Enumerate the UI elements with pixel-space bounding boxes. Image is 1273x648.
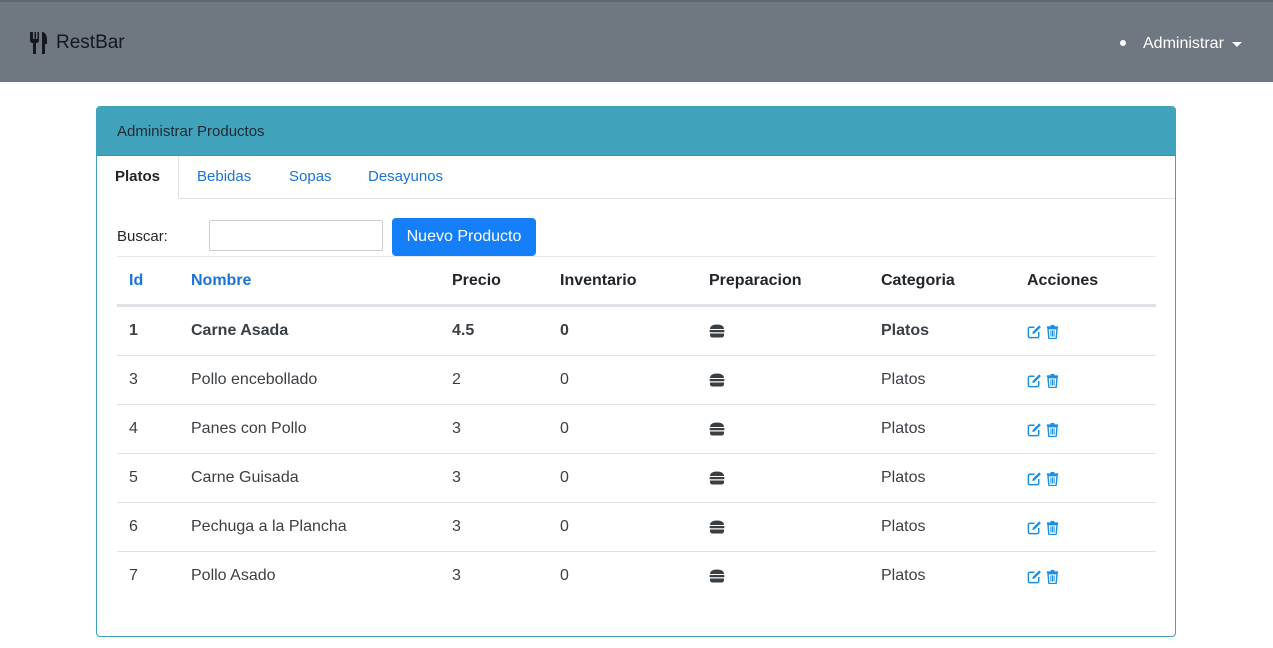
cell-categoria: Platos — [881, 322, 930, 339]
cell-id: 4 — [129, 420, 138, 437]
table-row: 1 Carne Asada 4.5 0 Platos — [117, 306, 1156, 355]
burger-icon — [709, 422, 725, 436]
nav-bullet — [1120, 40, 1126, 46]
burger-icon — [709, 324, 725, 338]
cell-nombre: Panes con Pollo — [191, 420, 307, 437]
cell-precio: 3 — [452, 518, 461, 535]
cell-categoria: Platos — [881, 518, 926, 535]
cell-nombre: Carne Guisada — [191, 469, 299, 486]
cell-inventario: 0 — [560, 322, 569, 339]
caret-down-icon — [1231, 41, 1242, 47]
table-row: 6 Pechuga a la Plancha 3 0 Platos — [117, 502, 1156, 551]
cell-precio: 4.5 — [452, 322, 475, 339]
card-title: Administrar Productos — [117, 123, 265, 140]
cell-acciones — [1027, 356, 1063, 404]
table-row: 5 Carne Guisada 3 0 Platos — [117, 453, 1156, 502]
cell-preparacion — [709, 405, 725, 453]
cell-precio: 3 — [452, 469, 461, 486]
cell-id: 3 — [129, 371, 138, 388]
cell-id: 5 — [129, 469, 138, 486]
products-card: Administrar Productos Platos Bebidas Sop… — [96, 106, 1176, 637]
tab-sopas[interactable]: Sopas — [289, 156, 332, 199]
trash-icon[interactable] — [1045, 373, 1060, 388]
cell-id: 1 — [129, 322, 138, 339]
header-categoria: Categoria — [881, 271, 955, 289]
cell-nombre: Pollo encebollado — [191, 371, 318, 388]
edit-icon[interactable] — [1027, 569, 1042, 584]
cell-preparacion — [709, 307, 725, 355]
cell-categoria: Platos — [881, 420, 926, 437]
burger-icon — [709, 520, 725, 534]
search-label: Buscar: — [117, 228, 168, 245]
cell-categoria: Platos — [881, 469, 926, 486]
burger-icon — [709, 373, 725, 387]
burger-icon — [709, 569, 725, 583]
cell-inventario: 0 — [560, 371, 569, 388]
administrar-dropdown[interactable]: Administrar — [1143, 33, 1242, 55]
header-preparacion: Preparacion — [709, 271, 802, 289]
cell-precio: 2 — [452, 371, 461, 388]
trash-icon[interactable] — [1045, 520, 1060, 535]
table-row: 3 Pollo encebollado 2 0 Platos — [117, 355, 1156, 404]
cell-preparacion — [709, 356, 725, 404]
cell-precio: 3 — [452, 567, 461, 584]
cell-acciones — [1027, 503, 1063, 551]
trash-icon[interactable] — [1045, 422, 1060, 437]
cell-inventario: 0 — [560, 420, 569, 437]
cell-precio: 3 — [452, 420, 461, 437]
table-body: 1 Carne Asada 4.5 0 Platos 3 Pollo encebollado… — [117, 306, 1156, 600]
cell-inventario: 0 — [560, 518, 569, 535]
administrar-label: Administrar — [1143, 35, 1224, 52]
table-row: 7 Pollo Asado 3 0 Platos — [117, 551, 1156, 600]
table-header-row: Id Nombre Precio Inventario Preparacion … — [117, 256, 1156, 306]
utensils-icon — [30, 32, 47, 54]
cell-nombre: Pechuga a la Plancha — [191, 518, 347, 535]
header-precio: Precio — [452, 271, 501, 289]
brand-link[interactable]: RestBar — [28, 28, 125, 58]
header-nombre[interactable]: Nombre — [191, 257, 251, 304]
category-tabs: Platos Bebidas Sopas Desayunos — [97, 156, 1175, 199]
cell-acciones — [1027, 454, 1063, 502]
header-acciones: Acciones — [1027, 271, 1099, 289]
cell-id: 6 — [129, 518, 138, 535]
new-product-button[interactable]: Nuevo Producto — [392, 218, 536, 256]
cell-inventario: 0 — [560, 567, 569, 584]
brand-name: RestBar — [56, 32, 125, 53]
cell-id: 7 — [129, 567, 138, 584]
burger-icon — [709, 471, 725, 485]
tab-platos[interactable]: Platos — [97, 156, 179, 199]
card-header: Administrar Productos — [97, 107, 1175, 156]
trash-icon[interactable] — [1045, 324, 1060, 339]
trash-icon[interactable] — [1045, 569, 1060, 584]
search-input[interactable] — [209, 220, 383, 251]
tab-desayunos[interactable]: Desayunos — [368, 156, 443, 199]
cell-acciones — [1027, 552, 1063, 600]
cell-preparacion — [709, 552, 725, 600]
edit-icon[interactable] — [1027, 324, 1042, 339]
header-id[interactable]: Id — [129, 257, 143, 304]
header-inventario: Inventario — [560, 271, 637, 289]
edit-icon[interactable] — [1027, 471, 1042, 486]
top-navbar: RestBar Administrar — [0, 0, 1273, 82]
cell-preparacion — [709, 454, 725, 502]
trash-icon[interactable] — [1045, 471, 1060, 486]
cell-categoria: Platos — [881, 371, 926, 388]
cell-nombre: Pollo Asado — [191, 567, 276, 584]
products-table: Id Nombre Precio Inventario Preparacion … — [117, 256, 1156, 600]
cell-inventario: 0 — [560, 469, 569, 486]
cell-preparacion — [709, 503, 725, 551]
cell-categoria: Platos — [881, 567, 926, 584]
table-row: 4 Panes con Pollo 3 0 Platos — [117, 404, 1156, 453]
tab-bebidas[interactable]: Bebidas — [197, 156, 251, 199]
cell-acciones — [1027, 307, 1063, 355]
edit-icon[interactable] — [1027, 422, 1042, 437]
edit-icon[interactable] — [1027, 373, 1042, 388]
cell-nombre: Carne Asada — [191, 322, 289, 339]
edit-icon[interactable] — [1027, 520, 1042, 535]
cell-acciones — [1027, 405, 1063, 453]
